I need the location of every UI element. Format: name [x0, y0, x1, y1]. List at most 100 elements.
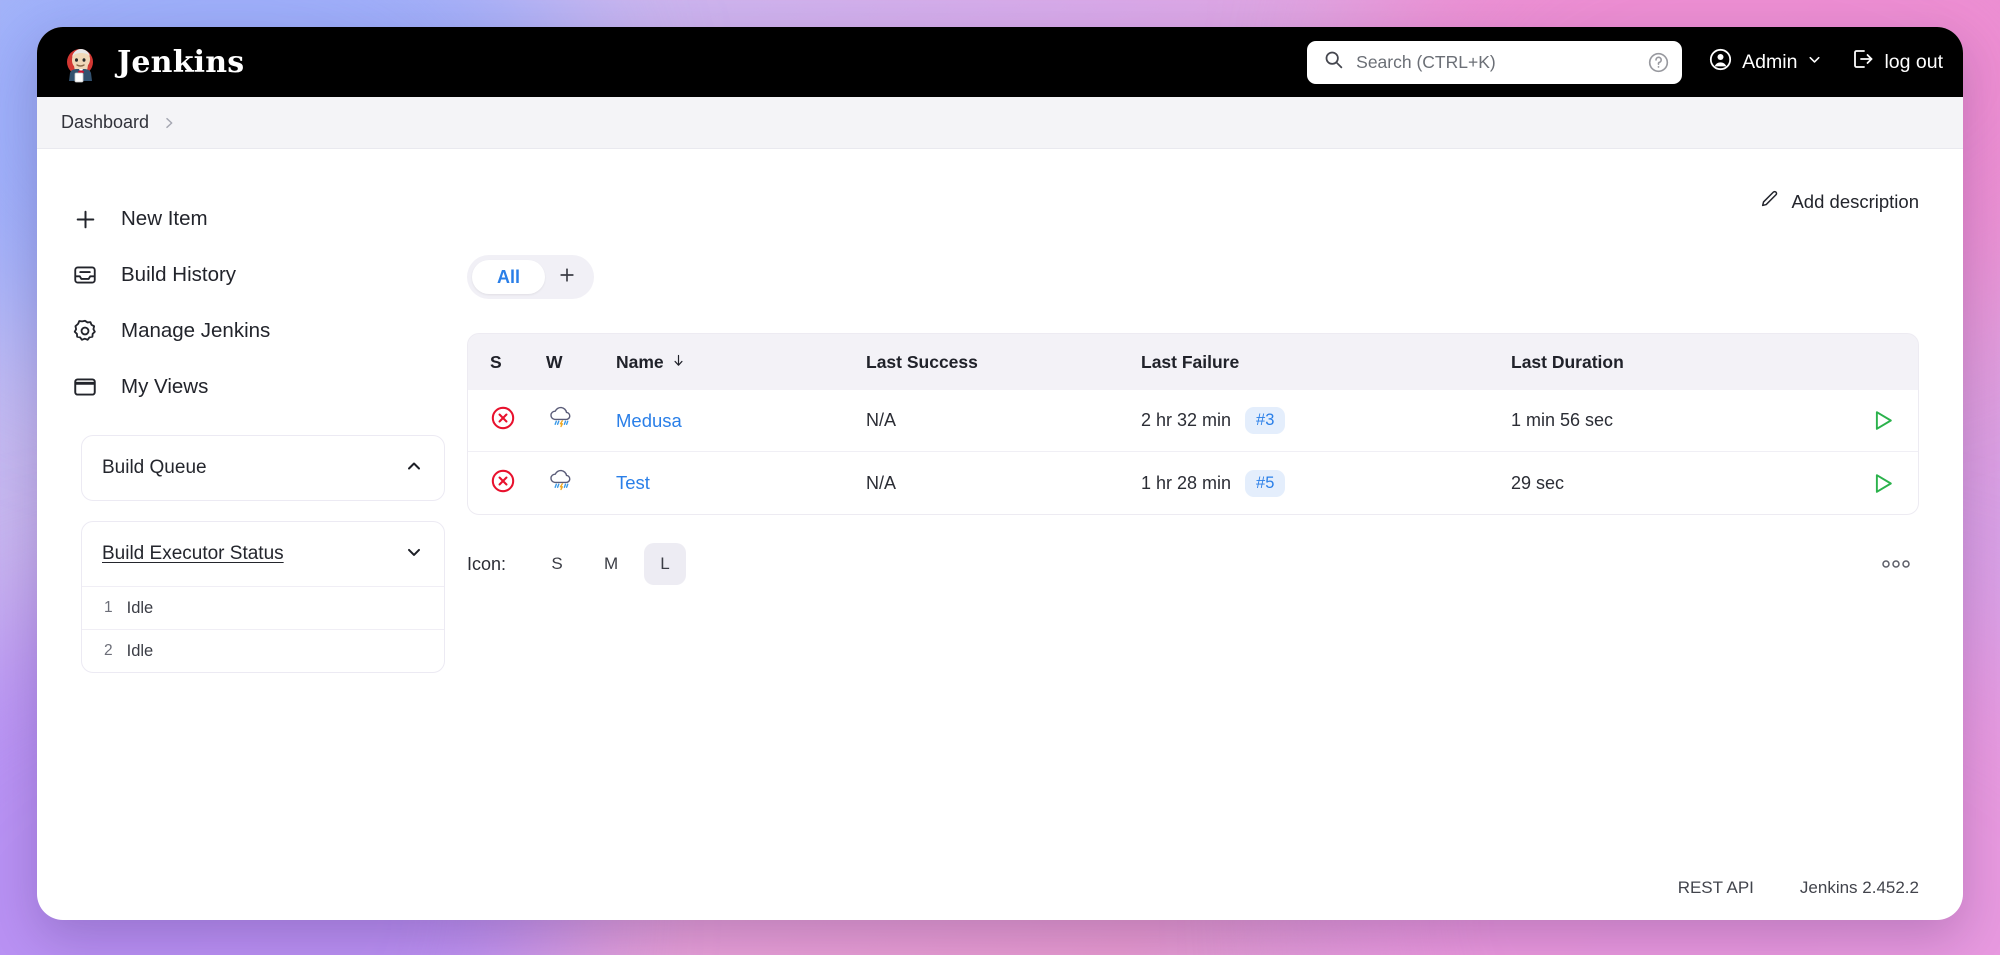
- body-area: New Item Build History Manage Jenkins My…: [37, 149, 1963, 920]
- play-triangle-icon[interactable]: [1869, 470, 1896, 497]
- plus-icon: [557, 265, 577, 290]
- build-queue-title: Build Queue: [102, 457, 207, 478]
- build-executor-status-header[interactable]: Build Executor Status: [82, 522, 444, 586]
- weather-health-cell[interactable]: [546, 403, 616, 438]
- job-name-cell: Medusa: [616, 410, 866, 432]
- main-topbar: Add description: [467, 185, 1919, 219]
- arrow-down-icon: [671, 352, 686, 373]
- sidebar: New Item Build History Manage Jenkins My…: [37, 149, 467, 920]
- sidebar-item-my-views[interactable]: My Views: [59, 359, 467, 415]
- window-icon: [71, 373, 99, 401]
- build-failed-red-icon: [490, 405, 516, 436]
- icon-size-option-m[interactable]: M: [590, 543, 632, 585]
- executor-status: Idle: [126, 641, 154, 660]
- inbox-icon: [71, 261, 99, 289]
- jenkins-window: Jenkins Search (CTRL+K) Admin log out Da…: [37, 27, 1963, 920]
- executor-number: 1: [104, 599, 113, 616]
- icon-size-selector: Icon: S M L: [467, 543, 1919, 585]
- build-number-badge[interactable]: #5: [1245, 469, 1286, 497]
- logout-label: log out: [1884, 50, 1943, 73]
- brand-home-link[interactable]: Jenkins: [59, 40, 244, 84]
- logout-icon: [1851, 47, 1875, 77]
- brand-title: Jenkins: [117, 44, 245, 80]
- storm-cloud-icon: [546, 403, 576, 438]
- chevron-up-icon[interactable]: [404, 456, 424, 481]
- last-failure-time: 1 hr 28 min: [1141, 472, 1232, 493]
- run-build-cell: [1840, 470, 1896, 497]
- chevron-down-icon[interactable]: [404, 542, 424, 567]
- app-header: Jenkins Search (CTRL+K) Admin log out: [37, 27, 1963, 97]
- chevron-down-icon: [1806, 51, 1823, 74]
- last-failure-cell: 1 hr 28 min #5: [1141, 469, 1511, 497]
- build-executor-status-panel: Build Executor Status 1 Idle 2 Idle: [81, 521, 445, 673]
- storm-cloud-icon: [546, 466, 576, 501]
- table-row[interactable]: Test N/A 1 hr 28 min #5 29 sec: [468, 452, 1918, 514]
- jenkins-version: Jenkins 2.452.2: [1799, 878, 1919, 897]
- executor-row[interactable]: 1 Idle: [82, 586, 444, 629]
- run-build-cell: [1840, 407, 1896, 434]
- sidebar-item-new-item[interactable]: New Item: [59, 191, 467, 247]
- add-view-button[interactable]: [545, 260, 589, 294]
- build-queue-header[interactable]: Build Queue: [82, 436, 444, 500]
- page-footer: REST API Jenkins 2.452.2: [1678, 878, 1919, 898]
- column-header-s[interactable]: S: [490, 352, 546, 373]
- last-success-cell: N/A: [866, 410, 897, 430]
- logout-button[interactable]: log out: [1851, 47, 1943, 77]
- job-name-cell: Test: [616, 472, 866, 494]
- help-circle-icon[interactable]: [1647, 51, 1670, 74]
- main-content: Add description All S W Name Last Succes…: [467, 149, 1963, 920]
- build-executor-status-title[interactable]: Build Executor Status: [102, 543, 404, 565]
- executor-number: 2: [104, 642, 113, 659]
- more-circles-icon[interactable]: [1873, 549, 1919, 579]
- build-number-badge[interactable]: #3: [1245, 407, 1286, 434]
- executor-status: Idle: [126, 598, 154, 617]
- sidebar-item-label: Build History: [121, 263, 237, 286]
- user-menu-button[interactable]: Admin: [1708, 47, 1823, 78]
- breadcrumb-item-dashboard[interactable]: Dashboard: [61, 112, 149, 133]
- plus-icon: [71, 205, 99, 233]
- last-duration-cell: 29 sec: [1511, 472, 1565, 493]
- weather-health-cell[interactable]: [546, 466, 616, 501]
- add-description-label: Add description: [1791, 191, 1919, 212]
- sidebar-item-manage-jenkins[interactable]: Manage Jenkins: [59, 303, 467, 359]
- column-header-last-success[interactable]: Last Success: [866, 352, 1141, 373]
- breadcrumb: Dashboard: [37, 97, 1963, 149]
- jenkins-butler-logo-icon: [59, 40, 103, 84]
- sidebar-item-label: My Views: [121, 375, 209, 398]
- job-link[interactable]: Medusa: [616, 410, 682, 431]
- executor-row[interactable]: 2 Idle: [82, 629, 444, 672]
- build-status-cell[interactable]: [490, 468, 546, 499]
- column-header-last-duration[interactable]: Last Duration: [1511, 352, 1840, 373]
- last-failure-cell: 2 hr 32 min #3: [1141, 407, 1511, 434]
- column-header-name[interactable]: Name: [616, 352, 866, 373]
- icon-size-label: Icon:: [467, 553, 507, 574]
- pencil-icon: [1759, 189, 1780, 215]
- column-header-name-label: Name: [616, 351, 664, 372]
- user-circle-icon: [1708, 47, 1733, 78]
- add-description-button[interactable]: Add description: [1759, 189, 1919, 215]
- last-success-cell: N/A: [866, 472, 897, 493]
- view-tabs: All: [467, 255, 595, 299]
- table-row[interactable]: Medusa N/A 2 hr 32 min #3 1 min 56 sec: [468, 390, 1918, 452]
- column-header-last-failure[interactable]: Last Failure: [1141, 352, 1511, 373]
- icon-size-option-l[interactable]: L: [644, 543, 687, 585]
- last-duration-cell: 1 min 56 sec: [1511, 410, 1614, 430]
- icon-size-option-s[interactable]: S: [536, 543, 578, 585]
- user-menu-label: Admin: [1742, 50, 1798, 73]
- play-triangle-icon[interactable]: [1869, 407, 1896, 434]
- sidebar-item-label: Manage Jenkins: [121, 319, 271, 342]
- search-icon: [1323, 49, 1344, 75]
- search-placeholder: Search (CTRL+K): [1356, 51, 1496, 72]
- jobs-table: S W Name Last Success Last Failure Last …: [467, 333, 1919, 515]
- sidebar-item-build-history[interactable]: Build History: [59, 247, 467, 303]
- build-failed-red-icon: [490, 468, 516, 499]
- rest-api-link[interactable]: REST API: [1678, 878, 1754, 898]
- search-input[interactable]: Search (CTRL+K): [1307, 40, 1683, 84]
- job-link[interactable]: Test: [616, 472, 650, 493]
- build-queue-panel: Build Queue: [81, 435, 445, 501]
- column-header-w[interactable]: W: [546, 352, 616, 373]
- build-status-cell[interactable]: [490, 405, 546, 436]
- tab-all[interactable]: All: [472, 260, 546, 294]
- last-failure-time: 2 hr 32 min: [1141, 410, 1232, 430]
- chevron-right-icon: [161, 115, 177, 131]
